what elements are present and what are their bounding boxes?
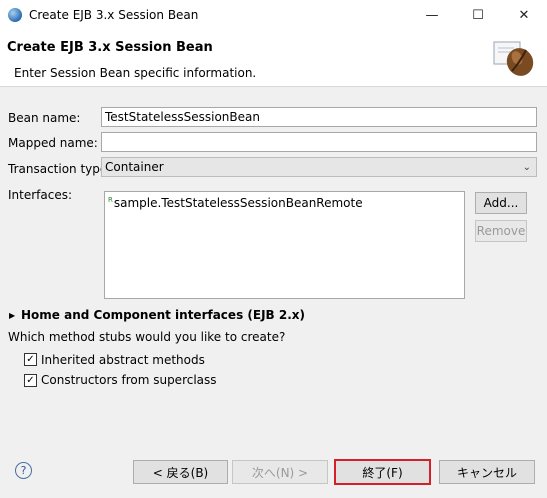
transaction-type-label: Transaction type: — [8, 162, 112, 176]
interfaces-label: Interfaces: — [8, 188, 73, 202]
home-component-section-toggle[interactable]: Home and Component interfaces (EJB 2.x) — [21, 308, 305, 322]
list-item[interactable]: Rsample.TestStatelessSessionBeanRemote — [108, 196, 363, 210]
bean-name-input[interactable]: TestStatelessSessionBean — [101, 107, 537, 127]
constructors-from-superclass-checkbox[interactable]: ✓ — [24, 374, 37, 387]
constructors-from-superclass-label[interactable]: Constructors from superclass — [41, 373, 217, 387]
chevron-down-icon[interactable]: ⌄ — [523, 159, 531, 177]
window-title: Create EJB 3.x Session Bean — [29, 8, 199, 22]
title-bar: Create EJB 3.x Session Bean — ☐ ✕ — [0, 0, 547, 30]
next-button[interactable]: 次へ(N) > — [232, 460, 328, 484]
transaction-type-select[interactable]: Container ⌄ — [101, 157, 537, 177]
remote-interface-icon: R — [108, 196, 113, 204]
remove-interface-button[interactable]: Remove — [475, 220, 527, 242]
page-title: Create EJB 3.x Session Bean — [7, 40, 213, 55]
minimize-button[interactable]: — — [409, 0, 455, 30]
interfaces-list[interactable]: Rsample.TestStatelessSessionBeanRemote — [104, 191, 465, 299]
back-button[interactable]: < 戻る(B) — [133, 460, 228, 484]
method-stubs-question: Which method stubs would you like to cre… — [8, 330, 286, 344]
maximize-button[interactable]: ☐ — [455, 0, 501, 30]
expand-arrow-icon[interactable]: ▶ — [9, 311, 15, 320]
interface-name: sample.TestStatelessSessionBeanRemote — [113, 196, 363, 210]
finish-button[interactable]: 終了(F) — [334, 459, 431, 485]
page-description: Enter Session Bean specific information. — [14, 66, 257, 80]
mapped-name-input[interactable] — [101, 132, 537, 152]
bean-name-label: Bean name: — [8, 111, 81, 125]
inherited-abstract-methods-label[interactable]: Inherited abstract methods — [41, 353, 205, 367]
transaction-type-value: Container — [105, 160, 164, 174]
mapped-name-label: Mapped name: — [8, 136, 98, 150]
wizard-header: Create EJB 3.x Session Bean Enter Sessio… — [0, 30, 547, 87]
coffee-bean-icon — [493, 41, 534, 76]
inherited-abstract-methods-checkbox[interactable]: ✓ — [24, 353, 37, 366]
cancel-button[interactable]: キャンセル — [439, 460, 535, 484]
close-button[interactable]: ✕ — [501, 0, 547, 30]
add-interface-button[interactable]: Add... — [475, 192, 527, 214]
eclipse-icon — [8, 8, 22, 22]
help-icon[interactable]: ? — [15, 462, 32, 479]
